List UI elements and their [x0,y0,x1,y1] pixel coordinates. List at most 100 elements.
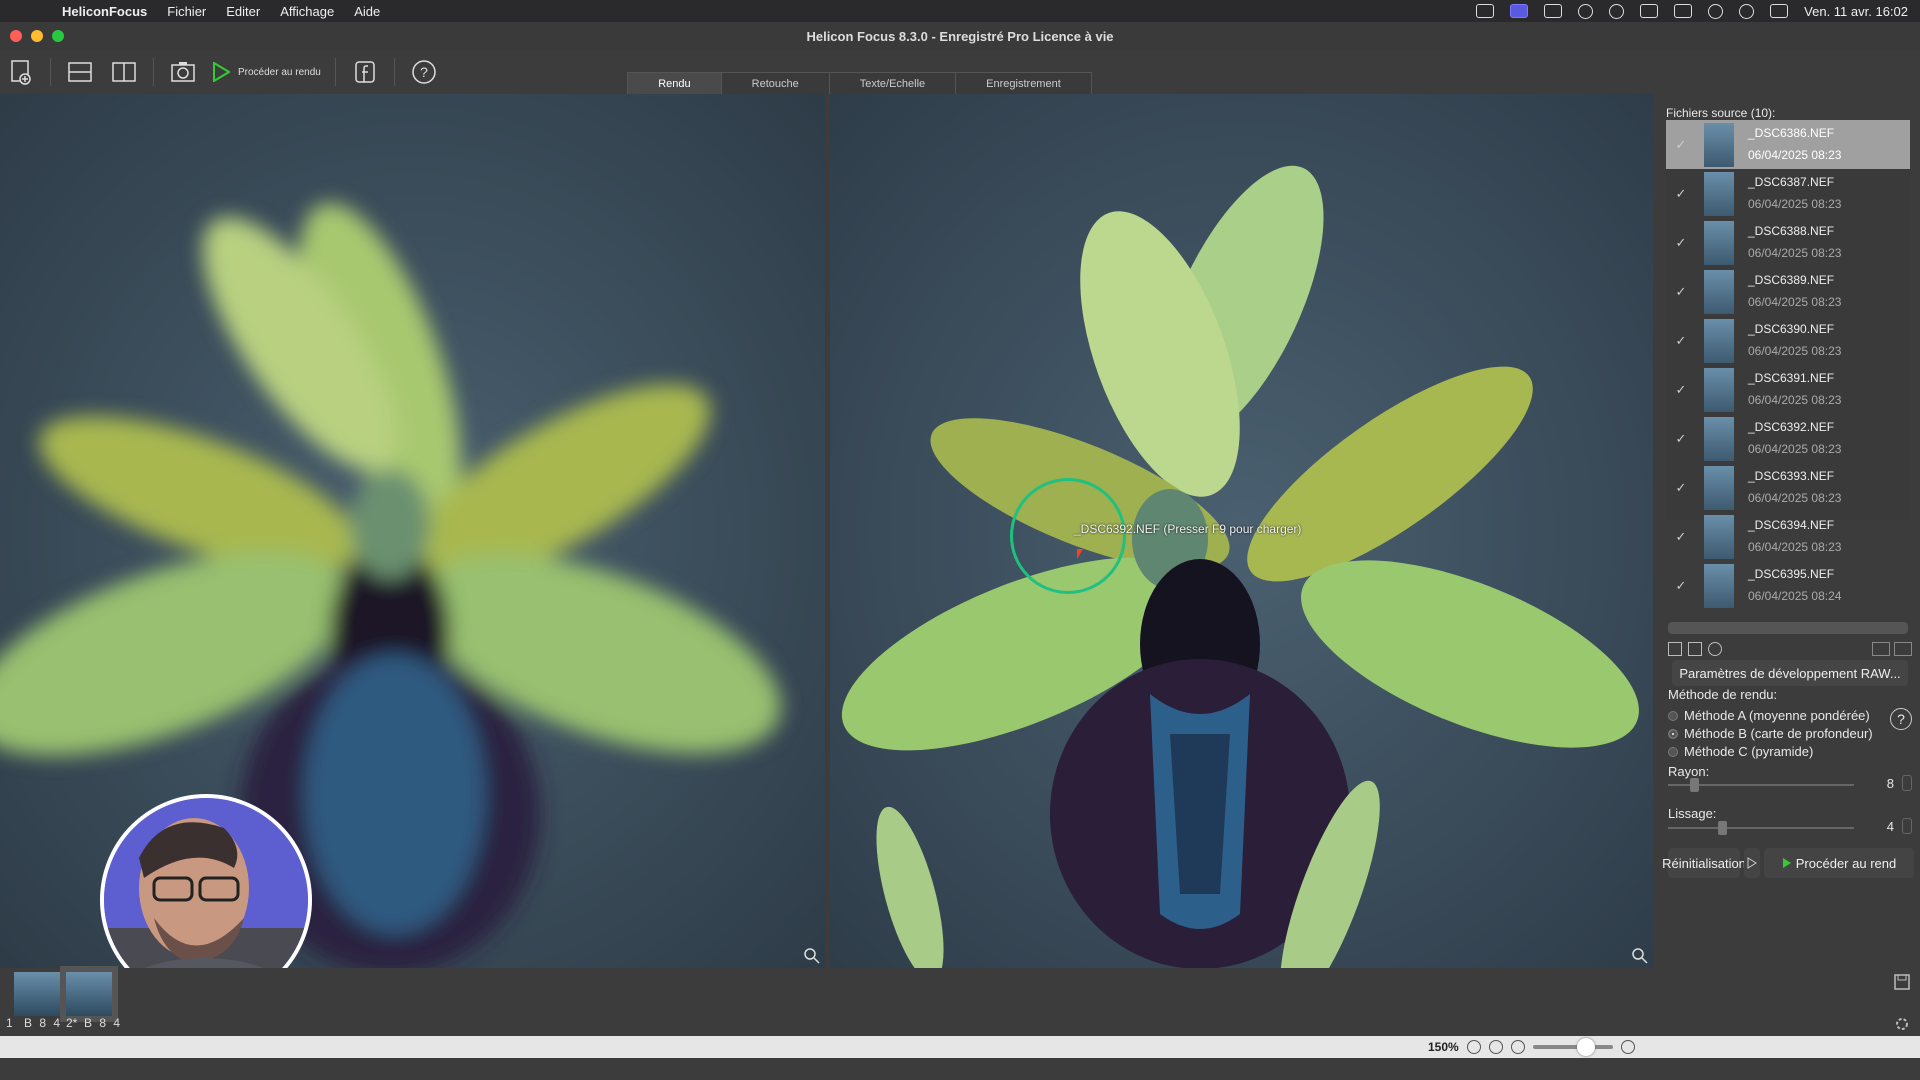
file-date: 06/04/2025 08:23 [1748,197,1842,211]
radio-icon[interactable] [1668,728,1678,739]
file-row[interactable]: ✓ _DSC6392.NEF 06/04/2025 08:23 [1666,414,1910,463]
file-date: 06/04/2025 08:23 [1748,393,1842,407]
search-icon[interactable] [1739,3,1755,19]
smoothing-slider-knob[interactable] [1718,821,1727,835]
file-row[interactable]: ✓ _DSC6389.NEF 06/04/2025 08:23 [1666,267,1910,316]
radius-value[interactable]: 8 [1887,776,1894,791]
zoom-slider[interactable] [1532,1038,1613,1056]
file-row[interactable]: ✓ _DSC6395.NEF 06/04/2025 08:24 [1666,561,1910,610]
file-row[interactable]: ✓ _DSC6388.NEF 06/04/2025 08:23 [1666,218,1910,267]
save-icon[interactable] [1894,974,1910,990]
output-index: 1 [6,1016,13,1030]
mail-tray-icon[interactable] [1609,3,1625,19]
menu-affichage[interactable]: Affichage [270,4,344,19]
checkbox-icon[interactable]: ✓ [1666,480,1696,496]
tab-texte-echelle[interactable]: Texte/Echelle [828,72,957,94]
zoom-out-icon[interactable] [1510,1040,1525,1054]
checkbox-icon[interactable]: ✓ [1666,578,1696,594]
radius-slider-knob[interactable] [1690,778,1699,792]
radius-stepper[interactable] [1902,775,1912,791]
method-b-option[interactable]: Méthode B (carte de profondeur) [1668,726,1873,741]
menu-aide[interactable]: Aide [344,4,390,19]
cursor-tray-icon[interactable] [1578,3,1594,19]
checkbox-icon[interactable]: ✓ [1666,186,1696,202]
window-titlebar: Helicon Focus 8.3.0 - Enregistré Pro Lic… [0,22,1920,50]
radio-icon[interactable] [1668,710,1678,721]
render-method-title: Méthode de rendu: [1668,687,1778,702]
wifi-icon[interactable] [1708,3,1724,19]
check-all-icon[interactable] [1872,642,1890,656]
add-file-icon[interactable] [1668,642,1682,656]
fit-icon[interactable] [1466,1040,1481,1054]
zoom-in-icon[interactable] [1620,1040,1635,1054]
smoothing-stepper[interactable] [1902,818,1912,834]
menu-editer[interactable]: Editer [216,4,270,19]
render-button[interactable]: Procéder au rend [1764,848,1914,878]
checkbox-icon[interactable]: ✓ [1666,284,1696,300]
collapse-icon[interactable] [1894,642,1912,656]
menu-fichier[interactable]: Fichier [157,4,216,19]
zoom-window-button[interactable] [52,30,64,42]
file-row[interactable]: ✓ _DSC6393.NEF 06/04/2025 08:23 [1666,463,1910,512]
file-row[interactable]: ✓ _DSC6394.NEF 06/04/2025 08:23 [1666,512,1910,561]
output-thumbnail[interactable] [66,972,112,1016]
status-bar: 150% [0,1036,1920,1058]
file-row[interactable]: ✓ _DSC6390.NEF 06/04/2025 08:23 [1666,316,1910,365]
radius-slider[interactable] [1668,778,1854,792]
radius-label: Rayon: [1668,764,1710,779]
source-files-list[interactable]: ✓ _DSC6386.NEF 06/04/2025 08:23 ✓ _DSC63… [1666,120,1910,608]
zoom-controls: 150% [1428,1036,1635,1058]
checkbox-icon[interactable]: ✓ [1666,529,1696,545]
output-thumbnail[interactable] [14,972,60,1016]
file-thumbnail [1704,269,1734,314]
smoothing-value[interactable]: 4 [1887,819,1894,834]
smoothing-slider[interactable] [1668,821,1854,835]
minimize-window-button[interactable] [31,30,43,42]
close-window-button[interactable] [10,30,22,42]
output-strip: 1 B 8 4 2* B 8 4 [0,968,1920,1036]
clipboard-tray-icon[interactable] [1544,4,1563,18]
source-image-viewer[interactable] [0,94,825,1006]
file-name: _DSC6386.NEF [1748,126,1835,140]
method-help-icon[interactable]: ? [1890,708,1912,730]
file-row[interactable]: ✓ _DSC6391.NEF 06/04/2025 08:23 [1666,365,1910,414]
tab-retouche[interactable]: Retouche [720,72,830,94]
camera-tray-icon[interactable] [1476,4,1495,18]
control-center-icon[interactable] [1770,4,1789,18]
reset-button[interactable]: Réinitialisation [1662,848,1746,878]
actual-size-icon[interactable] [1488,1040,1503,1054]
method-a-label: Méthode A (moyenne pondérée) [1684,708,1870,723]
radio-icon[interactable] [1668,746,1678,757]
file-thumbnail [1704,514,1734,559]
zoom-level: 150% [1428,1040,1459,1054]
zoom-slider-knob[interactable] [1576,1038,1595,1056]
play-step-button[interactable] [1744,848,1760,878]
file-row[interactable]: ✓ _DSC6386.NEF 06/04/2025 08:23 [1666,120,1910,169]
tab-rendu[interactable]: Rendu [627,72,722,94]
screen-share-tray-icon[interactable] [1510,4,1529,18]
file-name: _DSC6395.NEF [1748,567,1835,581]
checkbox-icon[interactable]: ✓ [1666,382,1696,398]
remove-file-icon[interactable] [1688,642,1702,656]
menubar-clock[interactable]: Ven. 11 avr. 16:02 [1804,4,1908,19]
raw-settings-button[interactable]: Paramètres de développement RAW... [1672,660,1908,686]
checkbox-icon[interactable]: ✓ [1666,235,1696,251]
tab-enregistrement[interactable]: Enregistrement [955,72,1092,94]
file-list-scrollbar[interactable] [1668,622,1908,634]
settings-icon[interactable] [1894,1016,1910,1032]
file-row[interactable]: ✓ _DSC6387.NEF 06/04/2025 08:23 [1666,169,1910,218]
method-a-option[interactable]: Méthode A (moyenne pondérée) [1668,708,1870,723]
method-c-option[interactable]: Méthode C (pyramide) [1668,744,1813,759]
file-date: 06/04/2025 08:23 [1748,246,1842,260]
menu-app[interactable]: HeliconFocus [52,4,157,19]
file-name: _DSC6392.NEF [1748,420,1835,434]
checkbox-icon[interactable]: ✓ [1666,137,1696,153]
checkbox-icon[interactable]: ✓ [1666,431,1696,447]
settings-icon[interactable] [1708,642,1722,656]
file-thumbnail [1704,563,1734,608]
cloud-tray-icon[interactable] [1640,4,1659,18]
battery-icon[interactable] [1674,4,1693,18]
checkbox-icon[interactable]: ✓ [1666,333,1696,349]
source-files-title: Fichiers source (10): [1666,106,1776,120]
result-image-viewer[interactable]: _DSC6392.NEF (Presser F9 pour charger) [830,94,1653,968]
